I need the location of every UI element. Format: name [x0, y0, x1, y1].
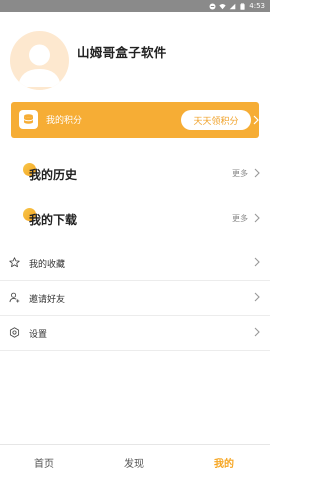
minus-circle-icon	[209, 2, 216, 10]
tab-mine[interactable]: 我的	[214, 455, 234, 470]
points-card[interactable]: 我的积分 天天领积分	[11, 102, 259, 138]
profile-header: 山姆哥盒子软件	[0, 12, 270, 98]
chevron-right-icon	[254, 213, 260, 223]
history-more-link[interactable]: 更多	[232, 168, 248, 179]
downloads-more-link[interactable]: 更多	[232, 213, 248, 224]
downloads-section[interactable]: 我的下载 更多	[0, 208, 270, 248]
menu-item-settings[interactable]: 设置	[0, 316, 270, 351]
avatar[interactable]	[10, 31, 69, 90]
downloads-title: 我的下载	[29, 213, 78, 227]
menu-item-label: 邀请好友	[29, 295, 66, 305]
wifi-icon	[219, 3, 226, 9]
chevron-right-icon	[254, 168, 260, 178]
chevron-right-icon	[254, 292, 260, 302]
battery-icon	[240, 2, 245, 10]
history-title: 我的历史	[29, 168, 78, 182]
points-label: 我的积分	[46, 116, 83, 126]
chevron-right-icon	[253, 115, 259, 125]
chevron-right-icon	[254, 327, 260, 337]
default-user-icon	[18, 44, 61, 87]
coins-icon	[19, 110, 38, 129]
add-user-icon	[9, 292, 20, 303]
gear-icon	[9, 327, 20, 338]
bottom-tab-bar: 首页 发现 我的	[0, 444, 270, 480]
menu-item-label: 我的收藏	[29, 260, 66, 270]
status-time: 4:53	[249, 2, 265, 10]
status-icons	[209, 2, 246, 10]
history-section[interactable]: 我的历史 更多	[0, 163, 270, 203]
menu-item-invite[interactable]: 邀请好友	[0, 281, 270, 316]
tab-discover[interactable]: 发现	[124, 455, 144, 470]
chevron-right-icon	[254, 257, 260, 267]
daily-points-button[interactable]: 天天领积分	[181, 110, 259, 130]
menu-item-favorites[interactable]: 我的收藏	[0, 246, 270, 281]
daily-points-label: 天天领积分	[193, 116, 239, 127]
star-icon	[9, 257, 20, 268]
signal-icon	[229, 3, 236, 9]
status-bar: 4:53	[0, 0, 270, 12]
app-name: 山姆哥盒子软件	[77, 45, 167, 60]
menu-item-label: 设置	[29, 330, 48, 340]
tab-home[interactable]: 首页	[34, 455, 54, 470]
